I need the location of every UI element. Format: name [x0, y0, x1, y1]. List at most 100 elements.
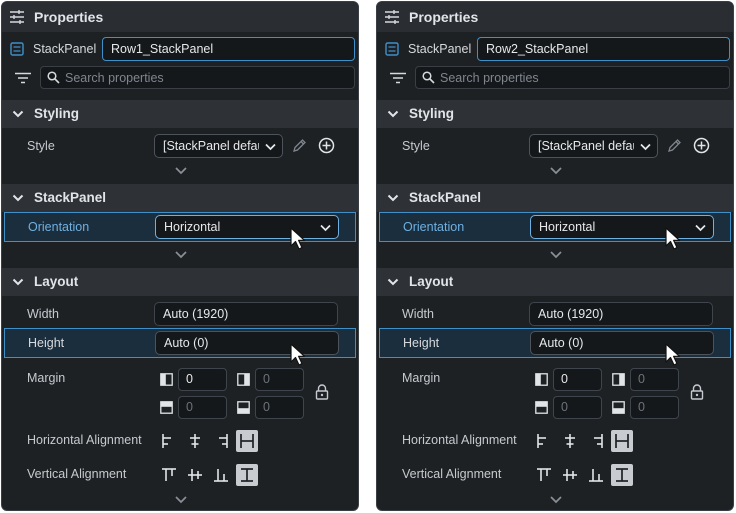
width-field[interactable]: Auto (1920) [154, 302, 338, 326]
panel-title-bar: Properties [377, 2, 733, 32]
margin-bottom-field[interactable]: 0 [255, 396, 304, 419]
section-layout[interactable]: Layout [2, 268, 358, 296]
align-stretch-icon [615, 434, 629, 448]
align-center-button[interactable] [559, 430, 581, 452]
margin-left-icon [535, 373, 548, 386]
search-input[interactable] [65, 69, 345, 86]
field-value: Auto (0) [539, 336, 584, 350]
search-icon [422, 71, 435, 84]
element-name-input[interactable] [477, 37, 730, 61]
chevron-down-icon [387, 110, 399, 118]
align-left-button[interactable] [158, 430, 180, 452]
sliders-icon [10, 10, 24, 24]
property-row-width: Width Auto (1920) [377, 299, 733, 329]
margin-left-icon [160, 373, 173, 386]
pencil-icon[interactable] [292, 138, 307, 153]
align-stretch-button[interactable] [236, 430, 258, 452]
property-label: Style [27, 139, 55, 153]
margin-right-icon [237, 373, 250, 386]
align-right-button[interactable] [585, 430, 607, 452]
orientation-dropdown[interactable]: Horizontal [530, 215, 714, 239]
panel-title-bar: Properties [2, 2, 358, 32]
field-value: 0 [186, 400, 193, 414]
margin-top-field[interactable]: 0 [178, 396, 227, 419]
properties-panel-right: Properties StackPanel Styling Style [Sta [376, 1, 734, 511]
align-center-icon [190, 434, 200, 448]
expand-more-icon[interactable] [174, 495, 188, 505]
align-top-icon [537, 468, 551, 481]
pencil-icon[interactable] [667, 138, 682, 153]
element-name-row: StackPanel [377, 35, 733, 63]
margin-right-field[interactable]: 0 [630, 368, 679, 391]
element-name-input[interactable] [102, 37, 355, 61]
filter-icon[interactable] [15, 72, 31, 84]
align-top-icon [162, 468, 176, 481]
align-center-button[interactable] [184, 430, 206, 452]
align-middle-icon [188, 469, 202, 481]
property-row-style: Style [StackPanel default] [377, 131, 733, 161]
section-layout[interactable]: Layout [377, 268, 733, 296]
chevron-down-icon [640, 143, 651, 151]
search-box[interactable] [415, 66, 730, 89]
valign-bottom-button[interactable] [585, 464, 607, 486]
margin-bottom-field[interactable]: 0 [630, 396, 679, 419]
add-circle-icon[interactable] [693, 137, 710, 154]
section-styling[interactable]: Styling [2, 100, 358, 128]
valign-bottom-button[interactable] [210, 464, 232, 486]
style-dropdown[interactable]: [StackPanel default] [154, 134, 283, 158]
chevron-down-icon [12, 110, 24, 118]
field-value: 0 [638, 400, 645, 414]
lock-icon[interactable] [690, 384, 704, 400]
property-row-style: Style [StackPanel default] [2, 131, 358, 161]
property-label: Style [402, 139, 430, 153]
properties-panel-left: Properties StackPanel Styling Style [Sta [1, 1, 359, 511]
chevron-down-icon [320, 224, 331, 232]
valign-center-button[interactable] [184, 464, 206, 486]
search-row [2, 65, 358, 91]
expand-more-icon[interactable] [549, 495, 563, 505]
field-value: Auto (0) [164, 336, 209, 350]
height-field[interactable]: Auto (0) [530, 331, 714, 355]
section-title: Styling [34, 106, 80, 121]
search-input[interactable] [440, 69, 720, 86]
valign-top-button[interactable] [533, 464, 555, 486]
style-dropdown[interactable]: [StackPanel default] [529, 134, 658, 158]
section-stackpanel[interactable]: StackPanel [377, 184, 733, 212]
lock-icon[interactable] [315, 384, 329, 400]
margin-top-icon [535, 401, 548, 414]
margin-top-field[interactable]: 0 [553, 396, 602, 419]
width-field[interactable]: Auto (1920) [529, 302, 713, 326]
mouse-pointer-icon [290, 343, 306, 366]
search-box[interactable] [40, 66, 355, 89]
section-styling[interactable]: Styling [377, 100, 733, 128]
valign-stretch-button[interactable] [236, 464, 258, 486]
valign-stretch-button[interactable] [611, 464, 633, 486]
chevron-down-icon [695, 224, 706, 232]
expand-more-icon[interactable] [174, 250, 188, 260]
field-value: 0 [561, 372, 568, 386]
align-right-icon [594, 434, 603, 448]
chevron-down-icon [387, 194, 399, 202]
height-field[interactable]: Auto (0) [155, 331, 339, 355]
property-label: Height [403, 336, 440, 350]
valign-center-button[interactable] [559, 464, 581, 486]
add-circle-icon[interactable] [318, 137, 335, 154]
filter-icon[interactable] [390, 72, 406, 84]
expand-more-icon[interactable] [549, 166, 563, 176]
expand-more-icon[interactable] [174, 166, 188, 176]
align-right-button[interactable] [210, 430, 232, 452]
property-label: Width [27, 307, 59, 321]
panel-title: Properties [409, 9, 479, 25]
align-stretch-button[interactable] [611, 430, 633, 452]
margin-right-field[interactable]: 0 [255, 368, 304, 391]
section-stackpanel[interactable]: StackPanel [2, 184, 358, 212]
align-right-icon [219, 434, 228, 448]
orientation-dropdown[interactable]: Horizontal [155, 215, 339, 239]
expand-more-icon[interactable] [549, 250, 563, 260]
margin-left-field[interactable]: 0 [553, 368, 602, 391]
align-left-button[interactable] [533, 430, 555, 452]
element-type-label: StackPanel [33, 42, 97, 56]
margin-left-field[interactable]: 0 [178, 368, 227, 391]
align-bottom-icon [589, 469, 603, 482]
valign-top-button[interactable] [158, 464, 180, 486]
